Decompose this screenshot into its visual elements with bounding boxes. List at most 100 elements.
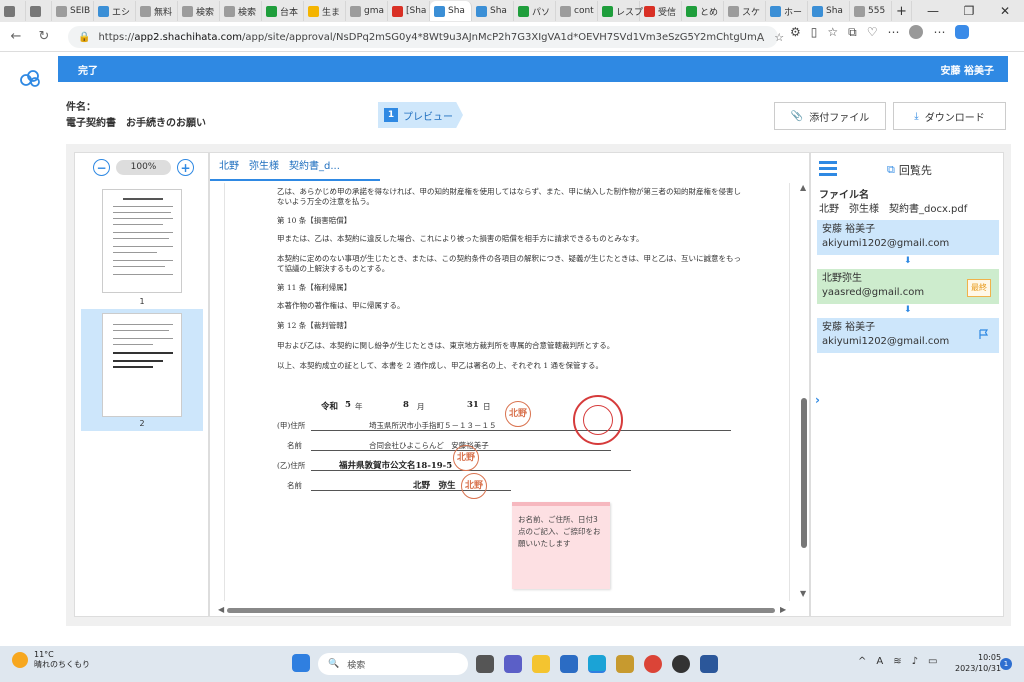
browser-tab[interactable] xyxy=(26,1,52,21)
favorite-icon[interactable]: A☆ xyxy=(757,31,794,44)
zoom-out-button[interactable]: − xyxy=(93,159,110,176)
user-name[interactable]: 安藤 裕美子 xyxy=(941,62,994,77)
expand-chevron-icon[interactable]: › xyxy=(815,393,820,407)
browser-tab[interactable]: とめ xyxy=(682,1,724,21)
scroll-down-icon[interactable]: ▼ xyxy=(800,589,806,598)
url-field[interactable]: 🔒 https://app2.shachihata.com/app/site/a… xyxy=(68,26,784,48)
recipient-card[interactable]: 安藤 裕美子 akiyumi1202@gmail.com xyxy=(817,220,999,255)
app-window: 完了 安藤 裕美子 件名： 電子契約書 お手続きのお願い 1 プレビュー 📎 添… xyxy=(0,52,1024,646)
browser-tab[interactable] xyxy=(0,1,26,21)
tab-label: 無料 xyxy=(154,7,173,18)
scroll-up-icon[interactable]: ▲ xyxy=(800,183,806,192)
favorites-icon[interactable]: ☆ xyxy=(827,25,838,40)
browser-tab[interactable]: レスプ xyxy=(598,1,643,21)
file-explorer-icon[interactable] xyxy=(532,655,550,673)
browser-tab[interactable]: cont xyxy=(556,1,598,21)
document-tab[interactable]: 北野 弥生様 契約書_d... xyxy=(210,153,380,181)
chrome-icon[interactable] xyxy=(644,655,662,673)
seal-stamp-date[interactable]: 北野 xyxy=(505,401,531,427)
browser-tab[interactable]: Sha xyxy=(430,1,472,21)
browser-tab[interactable]: 台本 xyxy=(262,1,304,21)
browser-tab[interactable]: Sha xyxy=(808,1,850,21)
recipients-title: ⧉ 回覧先 xyxy=(887,162,932,178)
vertical-scroll-thumb[interactable] xyxy=(801,398,807,548)
maximize-icon[interactable]: ❐ xyxy=(951,0,987,22)
url-prefix: https:// xyxy=(98,31,135,43)
back-icon[interactable]: ← xyxy=(4,25,28,49)
ime-icon[interactable]: A xyxy=(876,656,883,667)
seal-stamp-address[interactable]: 北野 xyxy=(453,445,479,471)
wifi-icon[interactable]: ≋ xyxy=(893,656,901,667)
browser-tab[interactable]: ホー xyxy=(766,1,808,21)
scroll-left-icon[interactable]: ◀ xyxy=(218,605,224,614)
edge-browser-icon[interactable] xyxy=(588,655,606,673)
recipient-card[interactable]: 安藤 裕美子 akiyumi1202@gmail.com xyxy=(817,318,999,353)
minimize-icon[interactable]: — xyxy=(915,0,951,22)
browser-tab[interactable]: SEIB xyxy=(52,1,94,21)
status-header: 完了 安藤 裕美子 xyxy=(58,56,1008,82)
flag-icon[interactable] xyxy=(978,329,989,340)
menu-icon[interactable]: ⋯ xyxy=(933,25,945,40)
browser-tab[interactable]: gma xyxy=(346,1,388,21)
thumbnail-selected[interactable]: 2 xyxy=(81,309,203,431)
horizontal-scroll-thumb[interactable] xyxy=(227,608,775,613)
thumbnail-page-2[interactable] xyxy=(102,313,182,417)
browser-tab[interactable]: 受信 xyxy=(640,1,682,21)
horizontal-scrollbar[interactable]: ◀ ▶ xyxy=(218,605,788,614)
document-page: 乙は、あらかじめ甲の承諾を得なければ、甲の知的財産権を使用してはならず、また、甲… xyxy=(224,183,790,601)
close-icon[interactable]: ✕ xyxy=(987,0,1023,22)
browser-tab[interactable]: [Sha xyxy=(388,1,430,21)
shopping-icon[interactable]: ♡ xyxy=(867,25,878,40)
clock[interactable]: 10:05 2023/10/31 xyxy=(955,652,1001,674)
scroll-right-icon[interactable]: ▶ xyxy=(780,605,786,614)
browser-tab[interactable]: スケ xyxy=(724,1,766,21)
extensions-icon[interactable]: ⚙ xyxy=(790,25,801,40)
attachment-button[interactable]: 📎 添付ファイル xyxy=(774,102,886,130)
seal-stamp-name[interactable]: 北野 xyxy=(461,473,487,499)
hamburger-menu-icon[interactable] xyxy=(819,161,837,176)
new-tab-button[interactable]: + xyxy=(892,1,912,21)
weather-widget[interactable]: 11°C 晴れのちくもり xyxy=(12,650,90,670)
collections-icon[interactable]: ⧉ xyxy=(848,25,857,40)
download-button[interactable]: ⤓ ダウンロード xyxy=(893,102,1006,130)
system-tray: ^ A ≋ ♪ ▭ xyxy=(858,656,937,667)
reload-icon[interactable]: ↻ xyxy=(32,25,56,49)
app-icon[interactable] xyxy=(672,655,690,673)
sticky-note[interactable]: お名前、ご住所、日付3点のご記入、ご捺印をお願いいたします xyxy=(512,502,610,589)
tab-favicon-icon xyxy=(644,5,655,17)
browser-tab[interactable]: 無料 xyxy=(136,1,178,21)
subject-label: 件名： xyxy=(66,102,96,113)
browser-tab[interactable]: エシ xyxy=(94,1,136,21)
tab-favicon-icon xyxy=(308,5,319,17)
browser-tab[interactable]: 検索 xyxy=(220,1,262,21)
task-view-icon[interactable] xyxy=(476,655,494,673)
volume-icon[interactable]: ♪ xyxy=(912,656,918,667)
recipient-card[interactable]: 北野弥生 yaasred@gmail.com 最終 xyxy=(817,269,999,304)
step-preview[interactable]: 1 プレビュー xyxy=(378,102,463,128)
browser-tab[interactable]: 生ま xyxy=(304,1,346,21)
browser-tab[interactable]: パソ xyxy=(514,1,556,21)
more-icon[interactable]: ⋯ xyxy=(887,25,899,40)
cloud-logo-icon[interactable] xyxy=(18,68,42,88)
browser-tab[interactable]: 555 xyxy=(850,1,892,21)
tab-favicon-icon xyxy=(392,5,403,17)
tray-chevron-icon[interactable]: ^ xyxy=(858,656,866,667)
profile-avatar[interactable] xyxy=(909,25,924,39)
store-icon[interactable] xyxy=(560,655,578,673)
notification-badge[interactable]: 1 xyxy=(1000,658,1012,670)
vertical-scrollbar[interactable]: ▲ ▼ xyxy=(799,183,808,601)
zoom-in-button[interactable]: + xyxy=(177,159,194,176)
copilot-icon[interactable] xyxy=(955,25,970,39)
windows-start-icon[interactable] xyxy=(292,654,310,672)
browser-tab[interactable]: 検索 xyxy=(178,1,220,21)
thumbnail-page-1[interactable] xyxy=(102,189,182,293)
browser-tab[interactable]: Sha xyxy=(472,1,514,21)
article-10-heading: 第 10 条【損害賠償】 xyxy=(277,216,352,225)
chat-app-icon[interactable] xyxy=(504,655,522,673)
split-screen-icon[interactable]: ▯ xyxy=(811,25,818,40)
battery-icon[interactable]: ▭ xyxy=(928,656,937,667)
crown-app-icon[interactable] xyxy=(616,655,634,673)
company-seal-stamp[interactable] xyxy=(573,395,623,445)
word-icon[interactable] xyxy=(700,655,718,673)
taskbar-search[interactable]: 🔍 検索 xyxy=(318,653,468,675)
